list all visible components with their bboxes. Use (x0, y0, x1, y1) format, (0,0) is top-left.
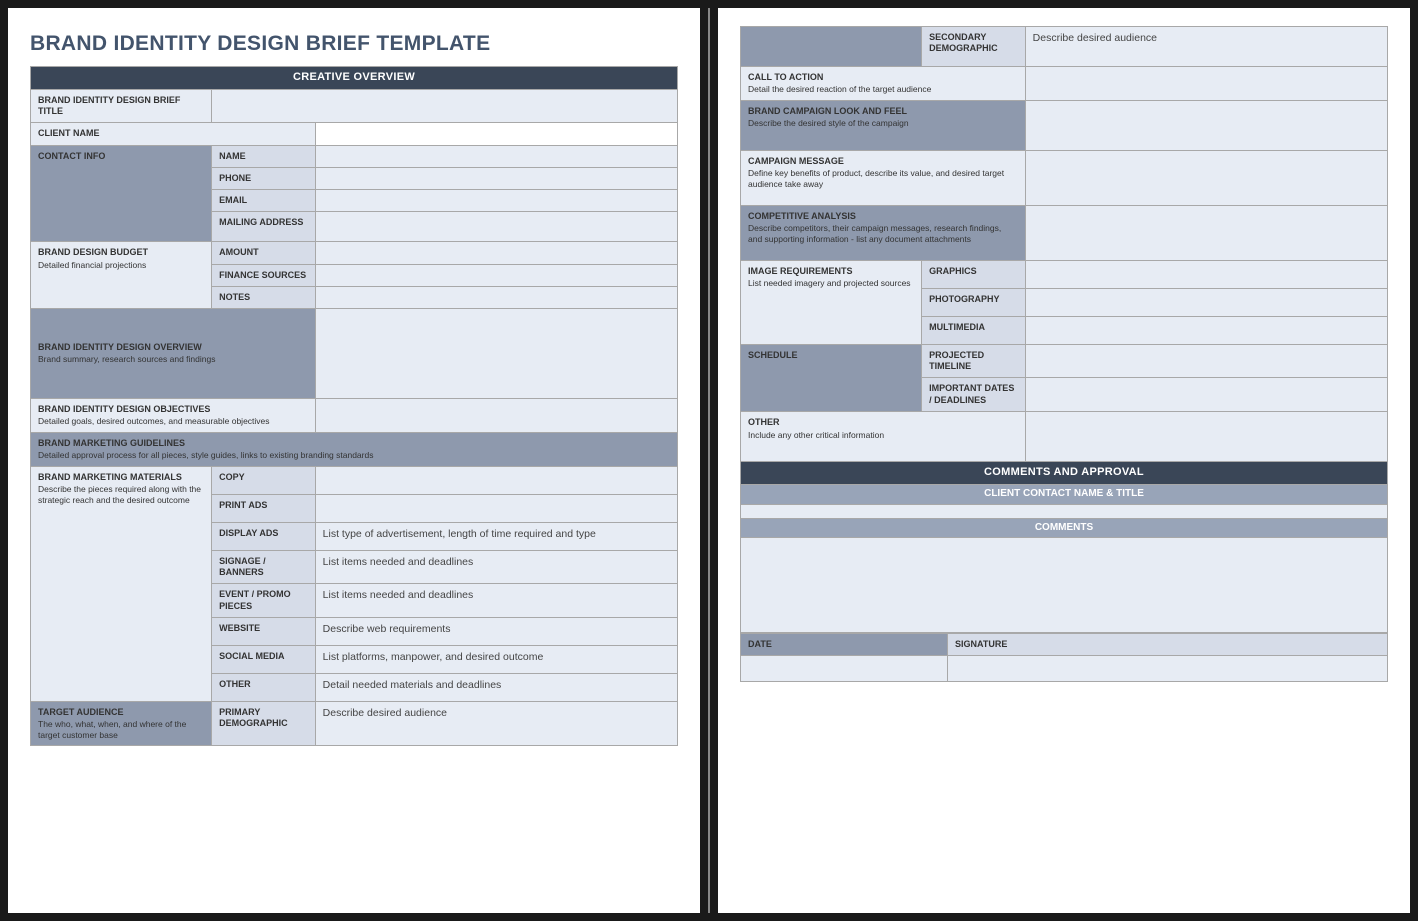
form-table-2: SECONDARY DEMOGRAPHIC Describe desired a… (740, 26, 1388, 633)
input-client-contact[interactable] (741, 504, 1388, 518)
input-cta[interactable] (1025, 67, 1387, 101)
label-signage: SIGNAGE / BANNERS (212, 550, 316, 584)
input-secondary-demo[interactable]: Describe desired audience (1025, 27, 1387, 67)
label-image-req: IMAGE REQUIREMENTS List needed imagery a… (741, 260, 922, 344)
label-campaign-msg: CAMPAIGN MESSAGE Define key benefits of … (741, 150, 1026, 205)
label-phone: PHONE (212, 167, 316, 189)
input-look-feel[interactable] (1025, 100, 1387, 150)
input-primary-demo[interactable]: Describe desired audience (315, 701, 677, 746)
label-materials: BRAND MARKETING MATERIALS Describe the p… (31, 466, 212, 701)
label-guidelines: BRAND MARKETING GUIDELINES Detailed appr… (31, 432, 678, 466)
input-client-name[interactable] (315, 123, 677, 145)
label-budget: BRAND DESIGN BUDGET Detailed financial p… (31, 242, 212, 309)
page-title: BRAND IDENTITY DESIGN BRIEF TEMPLATE (30, 32, 678, 56)
label-other-mat: OTHER (212, 673, 316, 701)
label-cta: CALL TO ACTION Detail the desired reacti… (741, 67, 1026, 101)
label-target: TARGET AUDIENCE The who, what, when, and… (31, 701, 212, 746)
label-print-ads: PRINT ADS (212, 494, 316, 522)
input-phone[interactable] (315, 167, 677, 189)
input-mailing[interactable] (315, 212, 677, 242)
label-signature: SIGNATURE (948, 634, 1388, 656)
label-amount: AMOUNT (212, 242, 316, 264)
label-timeline: PROJECTED TIMELINE (922, 344, 1026, 378)
label-overview: BRAND IDENTITY DESIGN OVERVIEW Brand sum… (31, 309, 316, 399)
input-display-ads[interactable]: List type of advertisement, length of ti… (315, 522, 677, 550)
label-website: WEBSITE (212, 617, 316, 645)
label-fin-sources: FINANCE SOURCES (212, 264, 316, 286)
label-schedule: SCHEDULE (741, 344, 922, 412)
label-secondary-demo: SECONDARY DEMOGRAPHIC (922, 27, 1026, 67)
input-other-mat[interactable]: Detail needed materials and deadlines (315, 673, 677, 701)
label-mailing: MAILING ADDRESS (212, 212, 316, 242)
label-objectives: BRAND IDENTITY DESIGN OBJECTIVES Detaile… (31, 399, 316, 433)
document-spread: BRAND IDENTITY DESIGN BRIEF TEMPLATE CRE… (8, 8, 1410, 913)
input-print-ads[interactable] (315, 494, 677, 522)
section-comments-approval: COMMENTS AND APPROVAL (741, 462, 1388, 485)
label-contact-info: CONTACT INFO (31, 145, 212, 242)
label-copy: COPY (212, 466, 316, 494)
input-fin-sources[interactable] (315, 264, 677, 286)
label-deadlines: IMPORTANT DATES / DEADLINES (922, 378, 1026, 412)
input-signage[interactable]: List items needed and deadlines (315, 550, 677, 584)
input-overview[interactable] (315, 309, 677, 399)
label-notes: NOTES (212, 286, 316, 308)
page-divider (708, 8, 710, 913)
input-copy[interactable] (315, 466, 677, 494)
input-event[interactable]: List items needed and deadlines (315, 584, 677, 618)
label-graphics: GRAPHICS (922, 260, 1026, 288)
page-2: SECONDARY DEMOGRAPHIC Describe desired a… (718, 8, 1410, 913)
input-name[interactable] (315, 145, 677, 167)
label-other: OTHER Include any other critical informa… (741, 412, 1026, 462)
input-date[interactable] (741, 656, 948, 682)
label-competitive: COMPETITIVE ANALYSIS Describe competitor… (741, 205, 1026, 260)
form-table-1: CREATIVE OVERVIEW BRAND IDENTITY DESIGN … (30, 66, 678, 746)
signature-table: DATE SIGNATURE (740, 633, 1388, 682)
label-date: DATE (741, 634, 948, 656)
bar-client-contact: CLIENT CONTACT NAME & TITLE (741, 485, 1388, 505)
input-deadlines[interactable] (1025, 378, 1387, 412)
input-graphics[interactable] (1025, 260, 1387, 288)
input-social[interactable]: List platforms, manpower, and desired ou… (315, 645, 677, 673)
input-campaign-msg[interactable] (1025, 150, 1387, 205)
bar-comments: COMMENTS (741, 518, 1388, 538)
input-multimedia[interactable] (1025, 316, 1387, 344)
input-signature[interactable] (948, 656, 1388, 682)
input-competitive[interactable] (1025, 205, 1387, 260)
label-target-cont (741, 27, 922, 67)
label-primary-demo: PRIMARY DEMOGRAPHIC (212, 701, 316, 746)
input-other[interactable] (1025, 412, 1387, 462)
label-event: EVENT / PROMO PIECES (212, 584, 316, 618)
input-notes[interactable] (315, 286, 677, 308)
label-client-name: CLIENT NAME (31, 123, 316, 145)
input-timeline[interactable] (1025, 344, 1387, 378)
page-1: BRAND IDENTITY DESIGN BRIEF TEMPLATE CRE… (8, 8, 700, 913)
input-brief-title[interactable] (212, 89, 678, 123)
label-name: NAME (212, 145, 316, 167)
label-social: SOCIAL MEDIA (212, 645, 316, 673)
input-website[interactable]: Describe web requirements (315, 617, 677, 645)
label-multimedia: MULTIMEDIA (922, 316, 1026, 344)
label-photography: PHOTOGRAPHY (922, 288, 1026, 316)
input-amount[interactable] (315, 242, 677, 264)
input-email[interactable] (315, 190, 677, 212)
label-look-feel: BRAND CAMPAIGN LOOK AND FEEL Describe th… (741, 100, 1026, 150)
input-photography[interactable] (1025, 288, 1387, 316)
input-objectives[interactable] (315, 399, 677, 433)
section-creative-overview: CREATIVE OVERVIEW (31, 67, 678, 90)
label-email: EMAIL (212, 190, 316, 212)
input-comments[interactable] (741, 538, 1388, 633)
label-brief-title: BRAND IDENTITY DESIGN BRIEF TITLE (31, 89, 212, 123)
label-display-ads: DISPLAY ADS (212, 522, 316, 550)
